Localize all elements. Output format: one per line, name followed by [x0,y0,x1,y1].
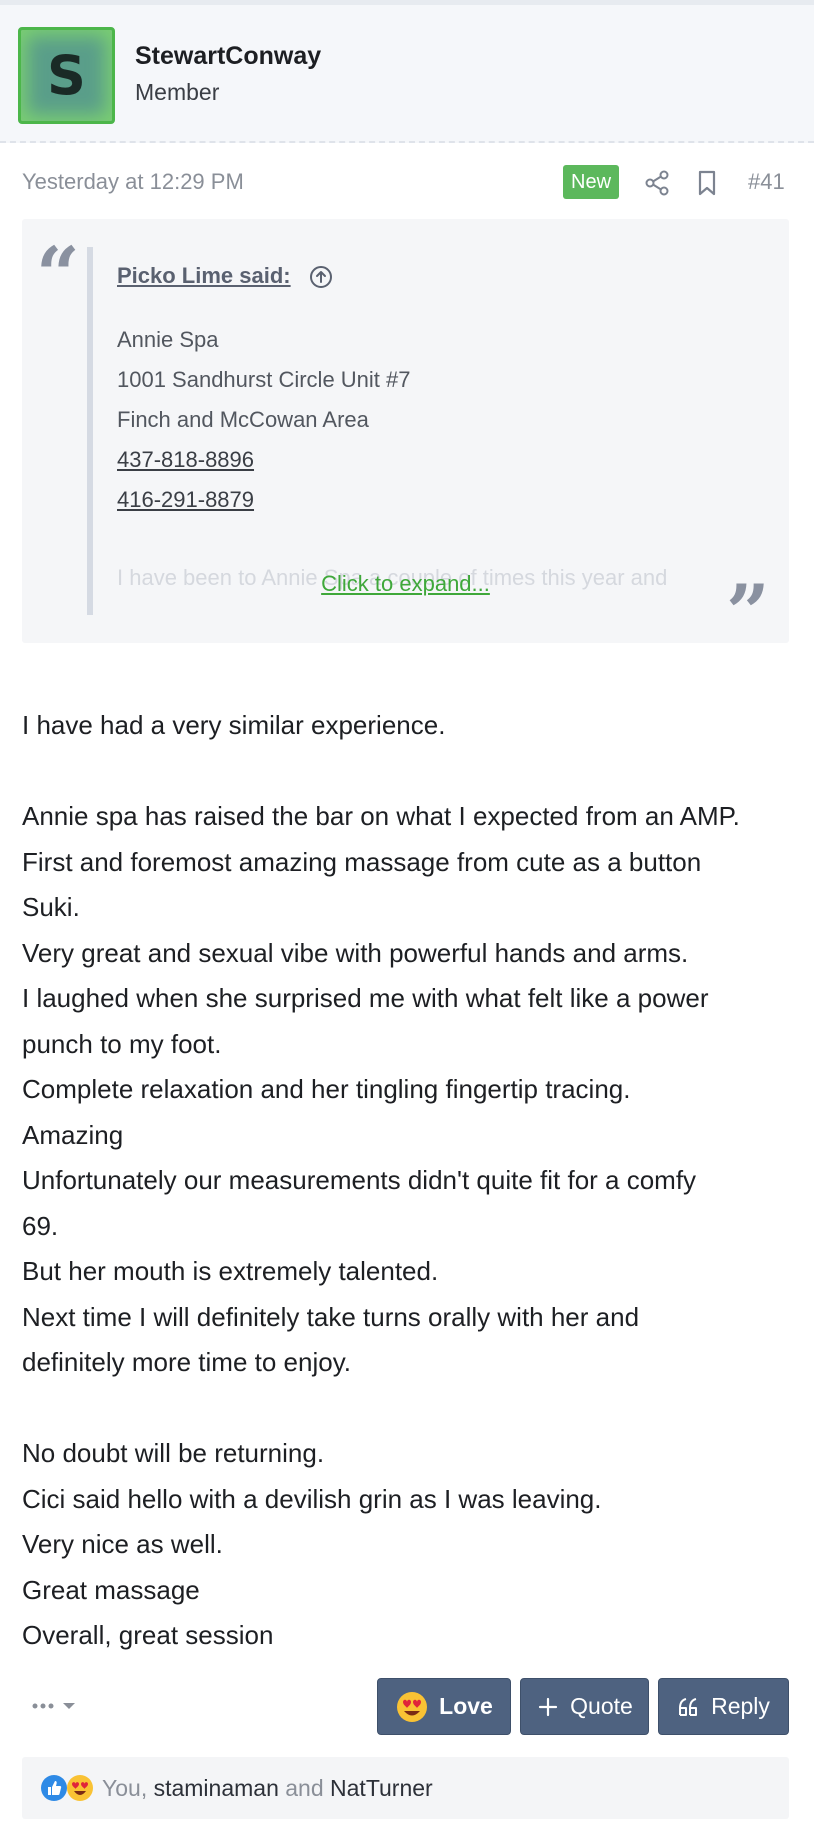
quote-line: Finch and McCowan Area [117,407,369,432]
post-body-line: Annie spa has raised the bar on what I e… [22,801,740,831]
post-body-line: Very nice as well. [22,1529,223,1559]
reactions-list[interactable]: You, staminaman and NatTurner [102,1775,433,1802]
reactions-bar: You, staminaman and NatTurner [22,1757,789,1819]
reaction-user[interactable]: staminaman [154,1775,279,1801]
avatar-letter: S [47,44,86,107]
love-button[interactable]: Love [377,1678,511,1735]
reply-label: Reply [711,1693,770,1719]
post-body-line: 69. [22,1210,59,1241]
heart-eyes-emoji-icon [397,1691,428,1722]
post-body-line [22,1386,802,1432]
quote-phone-link[interactable]: 416-291-8879 [117,487,254,513]
quote-line: 1001 Sandhurst Circle Unit #7 [117,367,411,392]
new-badge: New [563,165,620,199]
open-quote-icon: “ [36,230,80,319]
post-body-line: Cici said hello with a devilish grin as … [22,1483,602,1514]
post-number[interactable]: #41 [748,169,785,195]
quote-marks-icon [679,1697,698,1716]
post-body-line: Overall, great session [22,1620,274,1650]
post-body-line: I laughed when she surprised me with wha… [22,983,709,1013]
reaction-user[interactable]: NatTurner [330,1775,433,1801]
post-body-line: Complete relaxation and her tingling fin… [22,1074,631,1104]
post-date[interactable]: Yesterday at 12:29 PM [22,169,244,195]
quote-line: Annie Spa [117,327,219,352]
post-body-line: First and foremost amazing massage from … [22,846,702,877]
post-body-line: No doubt will be returning. [22,1438,325,1468]
post-body-line: I have had a very similar experience. [22,710,446,740]
post-body-line: But her mouth is extremely talented. [22,1256,439,1286]
heart-eyes-reaction-icon[interactable] [66,1774,94,1802]
post-body-line: definitely more time to enjoy. [22,1347,351,1377]
user-header: S StewartConway Member [0,5,814,143]
expand-quote-link[interactable]: Click to expand... [22,571,789,597]
quote-attribution[interactable]: Picko Lime said: [117,263,291,289]
post-body-line: Next time I will definitely take turns o… [22,1301,640,1332]
reaction-you: You, [102,1775,148,1801]
jump-to-quote-icon[interactable] [309,265,333,289]
username[interactable]: StewartConway [135,42,321,71]
bookmark-icon[interactable] [694,169,720,197]
user-title: Member [135,79,220,105]
quote-button[interactable]: Quote [520,1678,649,1735]
post-body-line: Great massage [22,1574,200,1605]
quote-phone-link[interactable]: 437-818-8896 [117,447,254,473]
reply-button[interactable]: Reply [658,1678,789,1735]
more-options-icon[interactable] [30,1694,80,1718]
plus-icon [539,1697,558,1716]
like-reaction-icon[interactable] [40,1774,68,1802]
love-label: Love [439,1693,493,1719]
post-body-line [22,749,802,795]
close-quote-icon: ” [726,568,770,644]
post-body-line: Very great and sexual vibe with powerful… [22,937,689,968]
post-body-line: punch to my foot. [22,1028,222,1059]
avatar[interactable]: S [18,27,115,124]
quote-block: “ Picko Lime said: Annie Spa 1001 Sandhu… [22,219,789,643]
quote-bar [87,247,93,615]
post-body-line: Amazing [22,1119,124,1150]
post-actions: Love Quote Reply [0,1678,814,1736]
post-body-line: Unfortunately our measurements didn't qu… [22,1165,697,1195]
post-meta: Yesterday at 12:29 PM New #41 [0,165,814,201]
post-body-line: Suki. [22,892,80,922]
post-body: I have had a very similar experience. Ann… [22,703,802,1659]
share-icon[interactable] [643,169,671,197]
quote-label: Quote [570,1693,633,1719]
reaction-and: and [285,1775,324,1801]
